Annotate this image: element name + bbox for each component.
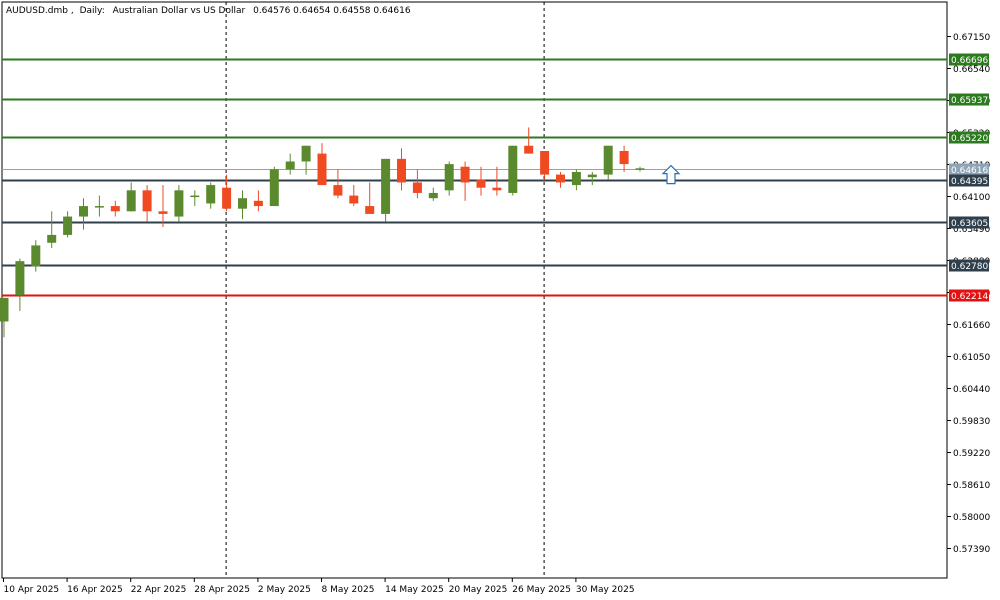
candle-body — [301, 145, 311, 162]
time-tick-label: 22 Apr 2025 — [131, 585, 187, 595]
candle-body — [174, 190, 184, 217]
candle-body — [635, 168, 645, 170]
time-tick-label: 16 Apr 2025 — [67, 585, 123, 595]
candle-body — [540, 150, 550, 175]
candle-body — [63, 216, 73, 235]
candle-body — [508, 145, 518, 193]
candle-body — [31, 245, 41, 267]
candle-body — [142, 190, 152, 212]
bull-candle — [508, 145, 518, 196]
separator-comma: , — [71, 6, 74, 16]
candle-body — [94, 206, 104, 208]
price-tick-label: 0.61660 — [953, 321, 990, 331]
symbol-label: AUDUSD.dmb — [6, 6, 68, 16]
candle-body — [460, 166, 470, 183]
candle-body — [619, 150, 629, 165]
time-tick-label: 28 Apr 2025 — [194, 585, 250, 595]
candle-body — [524, 145, 534, 154]
timeframe-label: Daily: — [80, 6, 105, 16]
candle-body — [381, 158, 391, 214]
price-tick-label: 0.58000 — [953, 513, 990, 523]
candle-body — [190, 195, 200, 198]
candle-body — [587, 174, 597, 178]
candle-body — [317, 153, 327, 186]
bull-candle — [269, 166, 279, 207]
candle-body — [492, 187, 502, 191]
candle-body — [47, 234, 57, 243]
candle-body — [15, 261, 25, 296]
candle-body — [253, 200, 263, 207]
price-tick-label: 0.59220 — [953, 449, 990, 459]
level-price-label: 0.65937 — [951, 96, 988, 106]
time-tick-label: 14 May 2025 — [385, 585, 444, 595]
price-tick-label: 0.64100 — [953, 193, 990, 203]
level-price-label: 0.62780 — [951, 262, 988, 272]
candle-body — [603, 145, 613, 175]
price-tick-label: 0.66540 — [953, 65, 990, 75]
candle-body — [476, 179, 486, 188]
candle-body — [412, 182, 422, 193]
level-price-label: 0.62214 — [951, 292, 988, 302]
level-price-label: 0.66696 — [951, 56, 988, 66]
candle-body — [206, 185, 216, 204]
level-price-label: 0.65220 — [951, 134, 988, 144]
level-price-label: 0.63605 — [951, 219, 988, 229]
candle-body — [571, 171, 581, 186]
time-tick-label: 26 May 2025 — [512, 585, 571, 595]
price-tick-label: 0.61050 — [953, 353, 990, 363]
price-tick-label: 0.67150 — [953, 33, 990, 43]
candle-body — [349, 195, 359, 204]
price-tick-label: 0.58610 — [953, 481, 990, 491]
candle-body — [397, 158, 406, 183]
instrument-description: Australian Dollar vs US Dollar — [113, 6, 246, 16]
plot-frame — [1, 1, 948, 579]
bull-candle — [381, 158, 391, 222]
chart-title: AUDUSD.dmb , Daily: Australian Dollar vs… — [6, 6, 411, 16]
ohlc-values: 0.64576 0.64654 0.64558 0.64616 — [253, 6, 411, 16]
candle-body — [158, 211, 168, 214]
price-chart[interactable]: AUDUSD.dmb , Daily: Australian Dollar vs… — [0, 0, 1000, 600]
time-tick-label: 10 Apr 2025 — [4, 585, 60, 595]
candle-body — [428, 192, 438, 199]
time-axis: 10 Apr 2025 16 Apr 2025 22 Apr 2025 28 Apr … — [3, 578, 635, 595]
time-tick-label: 30 May 2025 — [576, 585, 635, 595]
price-tick-label: 0.60440 — [953, 385, 990, 395]
candle-body — [79, 206, 88, 217]
candle-body — [269, 169, 279, 207]
candle-body — [556, 174, 565, 183]
candle-body — [285, 161, 295, 170]
price-tick-label: 0.57390 — [953, 545, 990, 555]
candle-body — [126, 190, 136, 212]
candle-body — [0, 297, 9, 322]
candle-body — [365, 206, 375, 214]
level-labels: 0.666960.659370.652200.646160.643950.636… — [949, 53, 989, 302]
candle-body — [333, 185, 343, 196]
candle-body — [222, 187, 232, 209]
price-tick-label: 0.59830 — [953, 417, 990, 427]
time-tick-label: 2 May 2025 — [258, 585, 311, 595]
candle-body — [110, 206, 120, 212]
bull-candle — [174, 185, 184, 222]
candle-body — [238, 198, 247, 209]
level-price-label: 0.64395 — [951, 177, 988, 187]
time-tick-label: 8 May 2025 — [322, 585, 375, 595]
time-tick-label: 20 May 2025 — [449, 585, 508, 595]
candle-body — [444, 164, 454, 191]
